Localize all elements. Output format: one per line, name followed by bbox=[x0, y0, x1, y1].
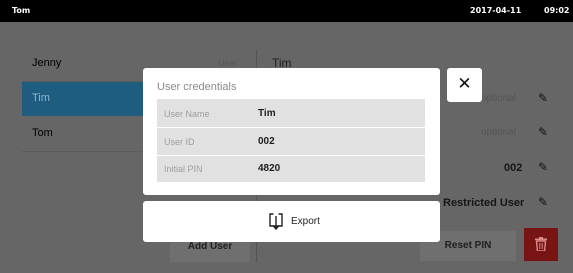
pencil-icon[interactable]: ✎ bbox=[538, 91, 548, 105]
current-user-label: Tom bbox=[12, 6, 31, 15]
date-label: 2017-04-11 bbox=[470, 6, 522, 15]
user-role-tag: User bbox=[218, 58, 238, 68]
pencil-icon[interactable]: ✎ bbox=[538, 195, 548, 209]
credentials-row-user-id: User ID 002 bbox=[157, 128, 425, 155]
delete-user-button[interactable] bbox=[524, 228, 558, 261]
detail-user-id: 002 bbox=[504, 162, 523, 174]
user-name: Tim bbox=[32, 92, 50, 104]
export-button[interactable]: Export bbox=[143, 201, 440, 242]
trash-icon bbox=[535, 237, 547, 251]
credentials-value: 4820 bbox=[258, 163, 281, 174]
user-credentials-dialog: User credentials User Name Tim User ID 0… bbox=[143, 68, 440, 195]
credentials-value: 002 bbox=[258, 136, 275, 147]
pencil-icon[interactable]: ✎ bbox=[538, 125, 548, 139]
credentials-row-initial-pin: Initial PIN 4820 bbox=[157, 155, 425, 182]
credentials-row-username: User Name Tim bbox=[157, 100, 425, 127]
close-dialog-button[interactable]: ✕ bbox=[447, 68, 482, 102]
export-icon bbox=[269, 213, 283, 230]
status-bar: Tom 2017-04-11 09:02 bbox=[0, 0, 573, 22]
close-icon: ✕ bbox=[457, 74, 472, 93]
user-name: Jenny bbox=[32, 57, 62, 69]
dialog-title: User credentials bbox=[157, 81, 237, 93]
detail-field-hint-1: optional bbox=[481, 93, 517, 104]
user-name: Tom bbox=[32, 127, 53, 139]
credentials-table: User Name Tim User ID 002 Initial PIN 48… bbox=[157, 99, 425, 182]
credentials-label: Initial PIN bbox=[164, 164, 203, 174]
detail-role: Restricted User bbox=[443, 197, 525, 209]
detail-field-hint-2: optional bbox=[481, 127, 517, 138]
credentials-label: User ID bbox=[164, 137, 195, 147]
credentials-label: User Name bbox=[164, 109, 210, 119]
time-label: 09:02 bbox=[544, 6, 570, 15]
export-label: Export bbox=[291, 216, 320, 227]
pencil-icon[interactable]: ✎ bbox=[538, 160, 548, 174]
credentials-value: Tim bbox=[258, 108, 276, 119]
